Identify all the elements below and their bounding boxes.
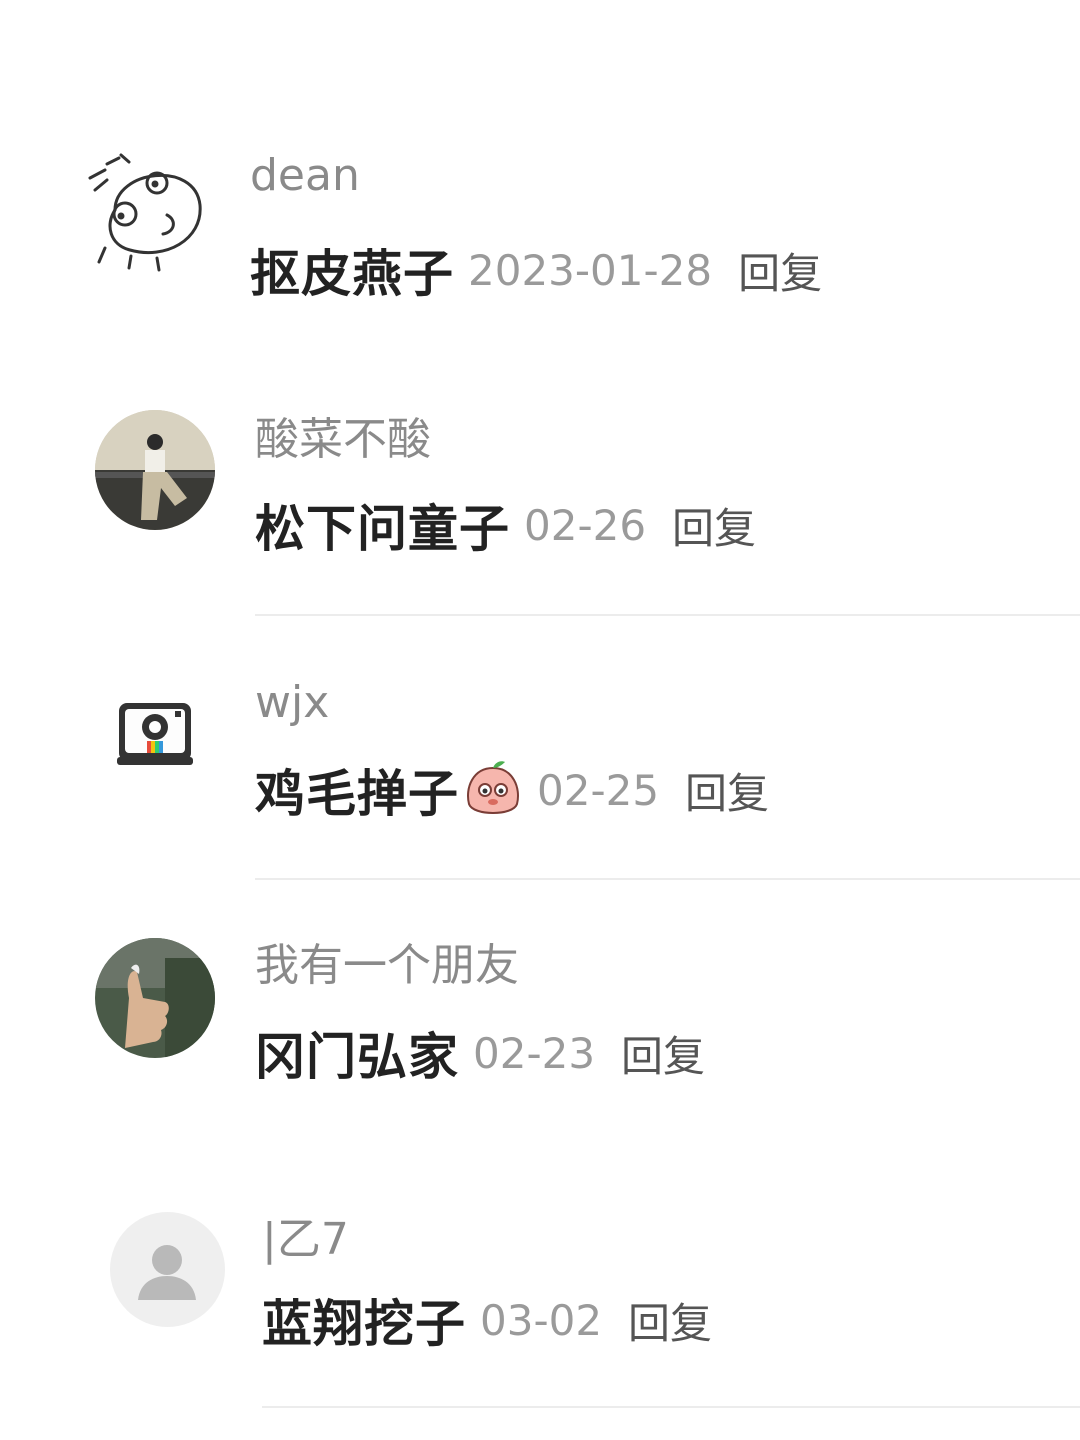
comment-text: 蓝翔挖子 — [262, 1295, 466, 1353]
reply-button[interactable]: 回复 — [738, 240, 822, 301]
comment-line: 松下问童子 02-26 回复 — [255, 490, 756, 560]
avatar[interactable] — [95, 938, 215, 1058]
thumbs-up-photo-avatar — [95, 938, 215, 1058]
comment-date: 03-02 — [480, 1295, 603, 1345]
username[interactable]: dean — [250, 148, 360, 204]
comment-item: wjx 鸡毛掸子 02-25 回复 — [0, 620, 1080, 880]
comment-date: 2023-01-28 — [468, 245, 713, 295]
default-user-icon — [138, 1245, 196, 1300]
reply-button[interactable]: 回复 — [672, 495, 756, 556]
avatar[interactable] — [95, 675, 215, 795]
camera-icon — [117, 703, 193, 765]
comment-item: 我有一个朋友 冈门弘家 02-23 回复 — [0, 880, 1080, 1180]
reply-button[interactable]: 回复 — [628, 1290, 712, 1351]
comment-text: 鸡毛掸子 — [255, 765, 459, 823]
comment-date: 02-26 — [524, 500, 647, 550]
reply-button[interactable]: 回复 — [621, 1023, 705, 1084]
username[interactable]: 酸菜不酸 — [255, 412, 431, 468]
comment-line: 鸡毛掸子 02-25 回复 — [255, 755, 769, 825]
avatar[interactable] — [95, 410, 215, 530]
comment-item: |乙7 蓝翔挖子 03-02 回复 — [0, 1180, 1080, 1440]
doodle-face-icon — [88, 153, 202, 272]
divider — [255, 614, 1080, 616]
username[interactable]: 我有一个朋友 — [255, 938, 519, 994]
comment-date: 02-25 — [537, 765, 660, 815]
comment-line: 蓝翔挖子 03-02 回复 — [262, 1285, 712, 1355]
divider — [262, 1406, 1080, 1408]
reply-button[interactable]: 回复 — [685, 760, 769, 821]
comment-text: 松下问童子 — [255, 500, 510, 558]
comment-date: 02-23 — [473, 1028, 596, 1078]
comment-item: 酸菜不酸 松下问童子 02-26 回复 — [0, 340, 1080, 620]
comment-text: 冈门弘家 — [255, 1028, 459, 1086]
comment-text: 抠皮燕子 — [250, 245, 454, 303]
avatar[interactable] — [110, 1212, 225, 1327]
username[interactable]: wjx — [255, 675, 329, 731]
avatar[interactable] — [85, 150, 210, 275]
comment-item: dean 抠皮燕子 2023-01-28 回复 — [0, 0, 1080, 340]
photo-avatar-woman — [95, 410, 215, 530]
peach-face-emoji-icon — [463, 758, 523, 822]
comment-line: 抠皮燕子 2023-01-28 回复 — [250, 235, 822, 305]
username[interactable]: |乙7 — [262, 1212, 349, 1268]
comment-line: 冈门弘家 02-23 回复 — [255, 1018, 705, 1088]
